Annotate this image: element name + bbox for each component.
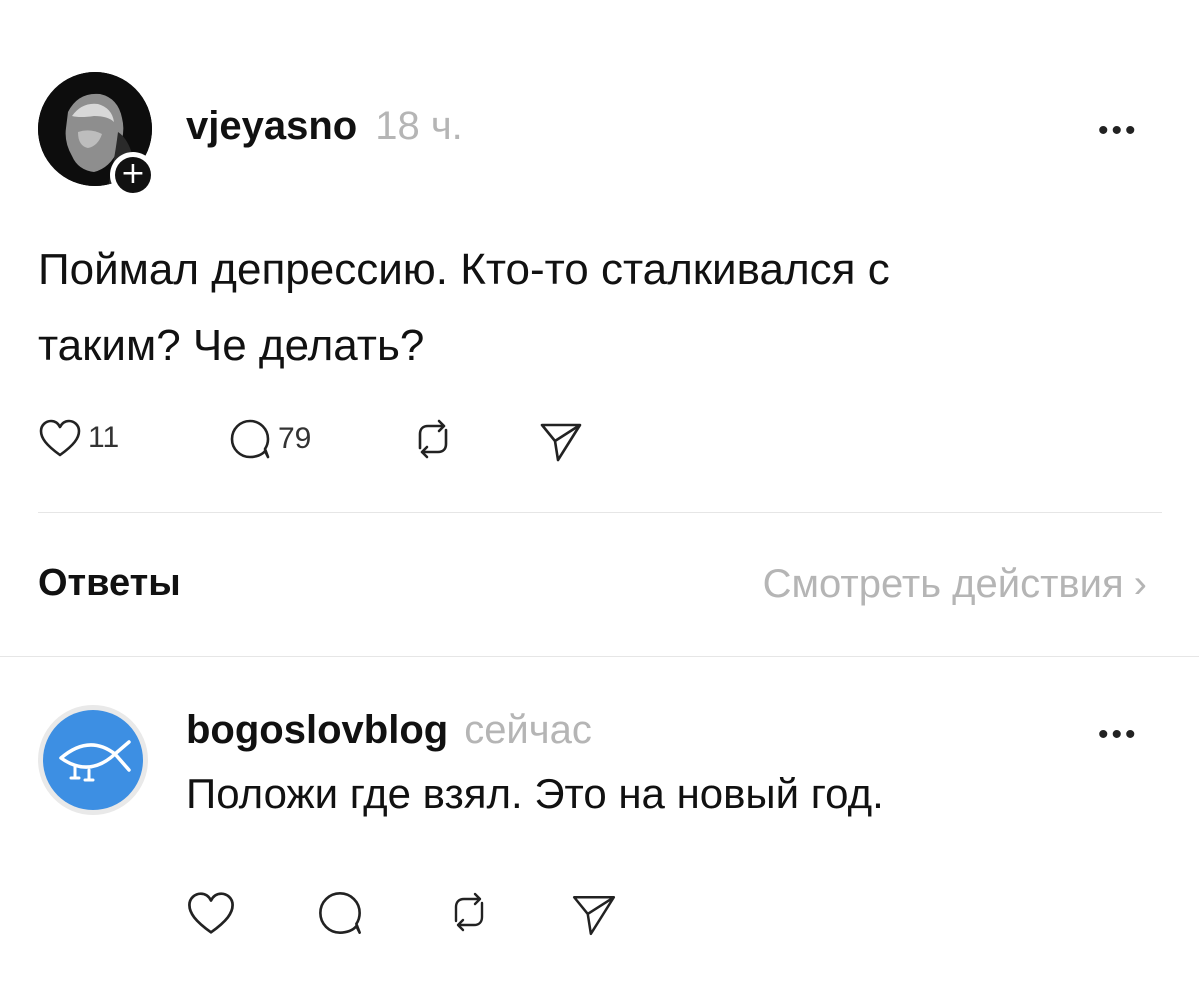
reply-like-button[interactable]	[186, 890, 236, 941]
more-options-icon[interactable]: •••	[1098, 114, 1139, 148]
share-button[interactable]	[538, 420, 584, 469]
avatar-background	[43, 710, 143, 810]
comment-button[interactable]: 79	[228, 418, 311, 460]
post-text: Поймал депрессию. Кто-то сталкивался с т…	[38, 232, 1158, 384]
reply-text: Положи где взял. Это на новый год.	[186, 770, 884, 817]
repost-icon	[418, 419, 448, 459]
divider	[38, 512, 1162, 513]
reply-avatar[interactable]	[38, 705, 148, 815]
share-icon	[572, 896, 616, 936]
reply-more-options-icon[interactable]: •••	[1098, 718, 1139, 752]
like-button[interactable]: 11	[38, 418, 119, 458]
heart-icon	[188, 892, 234, 934]
fish-logo-icon	[59, 740, 131, 782]
comment-count: 79	[278, 422, 312, 455]
comment-icon	[319, 892, 361, 934]
reply-repost-button[interactable]	[444, 890, 494, 939]
see-activity-link[interactable]: Смотреть действия ›	[763, 562, 1147, 607]
repost-icon	[454, 892, 484, 932]
share-icon	[540, 423, 582, 462]
post-text-line-2: таким? Че делать?	[38, 321, 425, 370]
reply-meta: bogoslovblog сейчас	[186, 708, 592, 753]
plus-icon: +	[115, 157, 151, 193]
divider	[0, 656, 1199, 657]
reply-time: сейчас	[464, 708, 592, 752]
comment-icon	[230, 419, 270, 459]
post-username[interactable]: vjeyasno	[186, 104, 357, 149]
reply-username[interactable]: bogoslovblog	[186, 708, 448, 753]
see-activity-label: Смотреть действия	[762, 562, 1124, 606]
post-meta: vjeyasno 18 ч.	[186, 104, 463, 149]
repost-button[interactable]	[408, 418, 458, 465]
follow-badge[interactable]: +	[110, 152, 156, 198]
chevron-right-icon: ›	[1133, 562, 1147, 606]
post-text-line-1: Поймал депрессию. Кто-то сталкивался с	[38, 245, 890, 294]
post-time: 18 ч.	[375, 104, 463, 148]
replies-title: Ответы	[38, 562, 181, 604]
like-count: 11	[88, 421, 120, 454]
reply-share-button[interactable]	[570, 892, 618, 943]
reply-comment-button[interactable]	[316, 890, 364, 941]
heart-icon	[39, 419, 81, 457]
